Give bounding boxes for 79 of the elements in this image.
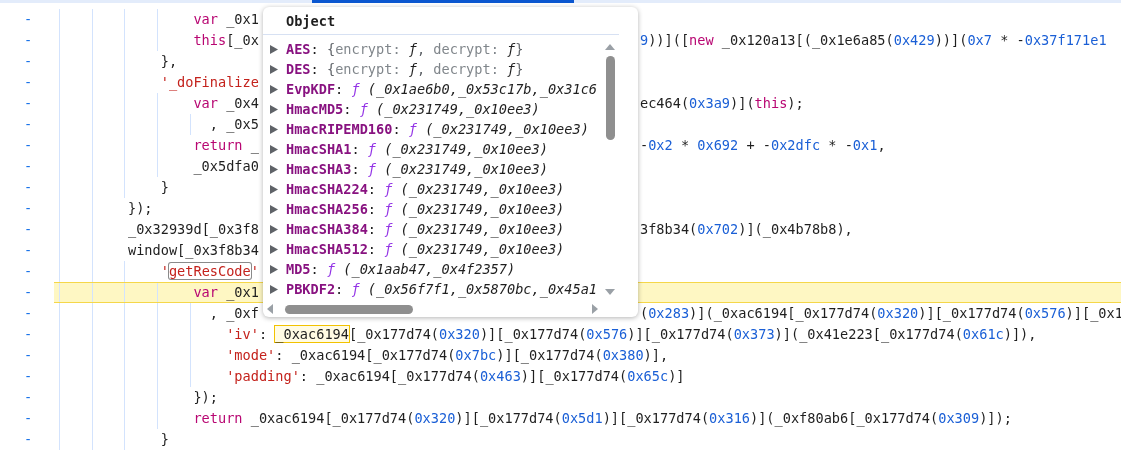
- line-marker: -: [23, 31, 33, 50]
- line-marker: -: [23, 430, 33, 449]
- line-marker: -: [23, 94, 33, 113]
- line-marker: -: [23, 409, 33, 428]
- code-text: });: [193, 388, 218, 407]
- expand-triangle-icon[interactable]: [270, 184, 278, 194]
- expand-triangle-icon[interactable]: [270, 284, 278, 294]
- line-marker: -: [23, 199, 33, 218]
- code-text: return _: [193, 136, 259, 156]
- code-text: '_doFinalize: [160, 73, 259, 93]
- expand-triangle-icon[interactable]: [270, 104, 278, 114]
- property-text[interactable]: HmacSHA3: ƒ (_0x231749,_0x10ee3): [286, 159, 548, 179]
- code-text: 'getResCode': [160, 262, 259, 281]
- code-text: _0x5dfa0: [193, 157, 259, 177]
- code-text: -0x2 * 0x692 + -0x2dfc * -0x1,: [640, 136, 886, 155]
- expand-triangle-icon[interactable]: [270, 64, 278, 74]
- scroll-down-arrow-icon[interactable]: [605, 289, 615, 295]
- line-marker: -: [23, 178, 33, 197]
- line-marker: -: [23, 115, 33, 134]
- code-text: 'padding': _0xac6194[_0x177d74(0x463)][_0x177d74(0x65c)]: [226, 367, 685, 387]
- code-text: 3f8b34(0x702)](_0x4b78b8),: [640, 220, 853, 240]
- code-text: , _0x5: [209, 115, 259, 135]
- line-marker: -: [23, 73, 33, 92]
- property-text[interactable]: HmacSHA512: ƒ (_0x231749,_0x10ee3): [286, 239, 565, 259]
- code-text: ec464(0x3a9)](this);: [640, 94, 804, 113]
- property-text[interactable]: EvpKDF: ƒ (_0x1ae6b0,_0x53c17b,_0x31c6: [286, 79, 597, 99]
- code-text: var _0x1: [193, 283, 259, 302]
- line-marker: -: [23, 241, 33, 260]
- line-marker: -: [23, 220, 33, 239]
- expand-triangle-icon[interactable]: [270, 204, 278, 214]
- code-text: this[_0x: [193, 31, 259, 51]
- code-text: },: [160, 52, 178, 71]
- code-text: }: [160, 178, 169, 197]
- property-text[interactable]: HmacSHA384: ƒ (_0x231749,_0x10ee3): [286, 219, 565, 239]
- line-marker: -: [23, 325, 33, 344]
- code-text: 9))]([new _0x120a13[(_0x1e6a85(0x429))](0x7 * -0x37f171e1: [640, 31, 1107, 51]
- line-marker: -: [23, 283, 33, 302]
- expand-triangle-icon[interactable]: [270, 164, 278, 174]
- line-marker: -: [23, 346, 33, 365]
- code-text: return _0xac6194[_0x177d74(0x320)][_0x177d74(0x5d1)][_0x177d74(0x316)](_0xf80ab6[_0x177d74(0x309)]);: [193, 409, 1012, 429]
- line-marker: -: [23, 52, 33, 71]
- code-text: 'iv': _0xac6194[_0x177d74(0x320)][_0x177d74(0x576)][_0x177d74(0x373)](_0x41e223[_0x177d74(0x61c)]),: [226, 325, 1037, 345]
- expand-triangle-icon[interactable]: [270, 264, 278, 274]
- property-text[interactable]: HmacMD5: ƒ (_0x231749,_0x10ee3): [286, 99, 540, 119]
- scroll-up-arrow-icon[interactable]: [605, 44, 615, 50]
- expand-triangle-icon[interactable]: [270, 124, 278, 134]
- scrollbar-thumb[interactable]: [285, 304, 413, 314]
- line-marker: -: [23, 367, 33, 386]
- line-marker: -: [23, 262, 33, 281]
- expand-triangle-icon[interactable]: [270, 224, 278, 234]
- property-text[interactable]: DES: {encrypt: ƒ, decrypt: ƒ}: [286, 59, 524, 79]
- expand-triangle-icon[interactable]: [270, 244, 278, 254]
- code-text: });: [127, 199, 153, 218]
- line-marker: -: [23, 136, 33, 155]
- code-text: var _0x4: [193, 94, 259, 114]
- code-text: window[_0x3f8b34: [127, 241, 259, 261]
- property-text[interactable]: MD5: ƒ (_0x1aab47,_0x4f2357): [286, 259, 516, 279]
- property-text[interactable]: HmacRIPEMD160: ƒ (_0x231749,_0x10ee3): [286, 119, 589, 139]
- line-marker: -: [23, 157, 33, 176]
- scroll-left-arrow-icon[interactable]: [267, 304, 273, 314]
- property-text[interactable]: HmacSHA256: ƒ (_0x231749,_0x10ee3): [286, 199, 565, 219]
- popover-title: Object: [286, 12, 336, 29]
- code-text: 'mode': _0xac6194[_0x177d74(0x7bc)][_0x177d74(0x380)],: [226, 346, 669, 366]
- code-text: }: [160, 430, 169, 449]
- scroll-right-arrow-icon[interactable]: [592, 304, 598, 314]
- code-text: var _0x1: [193, 10, 259, 30]
- code-text: , _0xf: [209, 304, 259, 324]
- line-marker: -: [23, 10, 33, 29]
- line-marker: -: [23, 304, 33, 323]
- line-marker: -: [23, 388, 33, 407]
- property-text[interactable]: PBKDF2: ƒ (_0x56f7f1,_0x5870bc,_0x45a1: [286, 279, 597, 299]
- scrollbar-thumb[interactable]: [605, 56, 615, 140]
- expand-triangle-icon[interactable]: [270, 44, 278, 54]
- property-text[interactable]: HmacSHA1: ƒ (_0x231749,_0x10ee3): [286, 139, 548, 159]
- code-text: _0x32939d[_0x3f8: [127, 220, 259, 240]
- expand-triangle-icon[interactable]: [270, 84, 278, 94]
- property-text[interactable]: HmacSHA224: ƒ (_0x231749,_0x10ee3): [286, 179, 565, 199]
- expand-triangle-icon[interactable]: [270, 144, 278, 154]
- property-text[interactable]: AES: {encrypt: ƒ, decrypt: ƒ}: [286, 39, 524, 59]
